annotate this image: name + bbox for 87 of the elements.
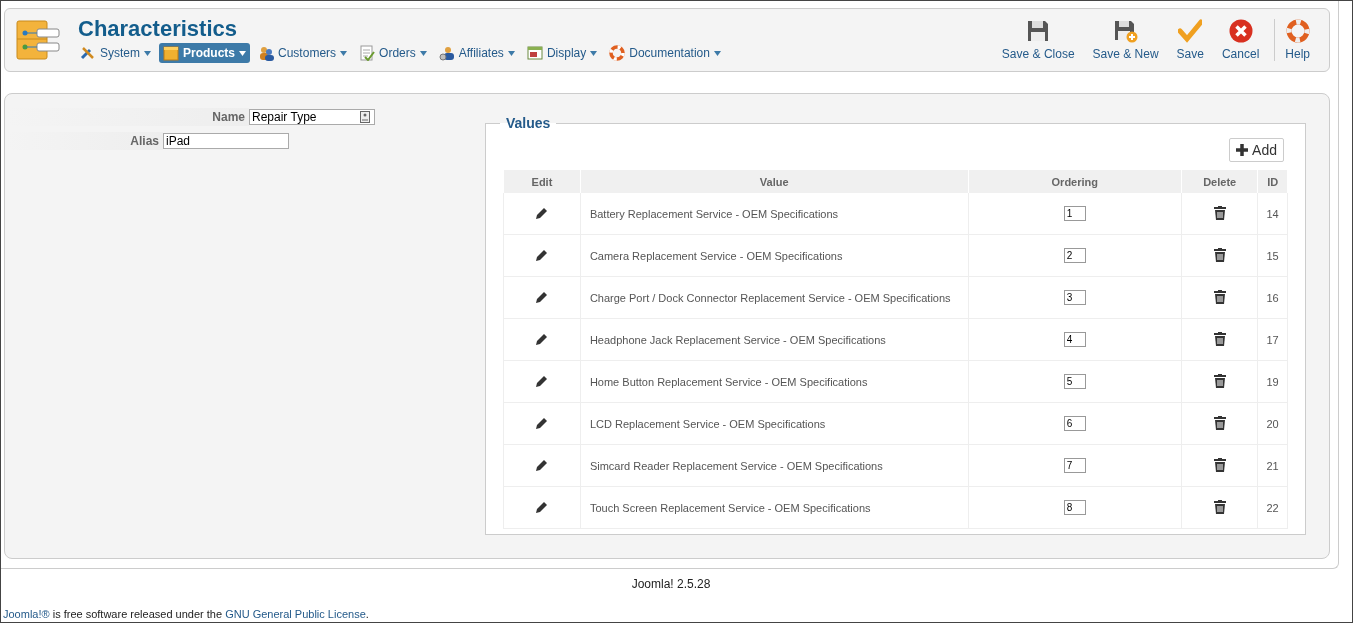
trash-icon[interactable] — [1213, 331, 1226, 346]
menu-item[interactable]: Affiliates — [434, 43, 519, 63]
pencil-icon[interactable] — [534, 205, 549, 220]
table-cell: Touch Screen Replacement Service - OEM Specifications — [580, 486, 968, 529]
trash-icon[interactable] — [1213, 457, 1226, 472]
pencil-icon[interactable] — [534, 331, 549, 346]
trash-icon[interactable] — [1213, 499, 1226, 514]
pencil-icon[interactable] — [534, 373, 549, 388]
toolbar-button[interactable]: Save & Close — [992, 19, 1084, 61]
floppy-disk-plus-icon — [1113, 19, 1138, 43]
cancel-icon — [1228, 19, 1253, 43]
trash-icon[interactable] — [1213, 247, 1226, 262]
menu-item[interactable]: Display — [522, 43, 602, 63]
table-cell: 16 — [1257, 276, 1288, 319]
table-cell: Battery Replacement Service - OEM Specifications — [580, 193, 968, 235]
table-cell: 20 — [1257, 402, 1288, 445]
table-cell: 14 — [1257, 193, 1288, 235]
window-icon — [526, 45, 543, 61]
toolbar-button[interactable]: Save & New — [1083, 19, 1168, 61]
caret-icon — [419, 50, 427, 56]
pencil-icon[interactable] — [534, 289, 549, 304]
table-cell: Charge Port / Dock Connector Replacement Service - OEM Specifications — [580, 276, 968, 319]
menu-item[interactable]: Documentation — [605, 43, 725, 63]
tools-icon — [80, 45, 96, 61]
toolbar-button[interactable]: Help — [1274, 19, 1319, 61]
caret-icon — [713, 50, 721, 56]
trash-icon[interactable] — [1213, 289, 1226, 304]
menu-item[interactable]: Customers — [254, 43, 352, 63]
ordering-field[interactable]: 7 — [1063, 458, 1086, 473]
license-text: Joomla!® is free software released under the GNU General Public License. — [3, 608, 369, 620]
table-cell: Home Button Replacement Service - OEM Specifications — [580, 360, 968, 403]
checkmark-icon — [1178, 19, 1203, 43]
plus-icon — [1236, 144, 1249, 156]
ordering-field[interactable]: 8 — [1063, 500, 1086, 515]
caret-icon — [239, 50, 247, 56]
toolbar-button[interactable]: Save — [1167, 19, 1213, 61]
table-cell: Simcard Reader Replacement Service - OEM Specifications — [580, 444, 968, 487]
column-header: Edit — [503, 170, 581, 193]
people-icon — [258, 45, 275, 61]
box-icon — [163, 45, 179, 61]
joomla-link[interactable]: Joomla!® — [3, 608, 50, 620]
document-icon — [359, 45, 376, 61]
id-card-icon — [360, 111, 370, 123]
caret-icon — [507, 50, 515, 56]
pencil-icon[interactable] — [534, 415, 549, 430]
menu-item[interactable]: Orders — [355, 43, 431, 63]
license-link[interactable]: GNU General Public License — [225, 608, 366, 620]
column-header: Delete — [1181, 170, 1258, 193]
table-cell: Camera Replacement Service - OEM Specifications — [580, 234, 968, 277]
menu-item[interactable]: Products — [159, 43, 251, 63]
page-title: Characteristics — [78, 17, 238, 41]
caret-icon — [144, 50, 151, 56]
table-cell: 17 — [1257, 318, 1288, 361]
caret-icon — [590, 50, 598, 56]
version-text: Joomla! 2.5.28 — [630, 577, 712, 591]
people-icon — [438, 45, 455, 61]
pencil-icon[interactable] — [534, 457, 549, 472]
ordering-field[interactable]: 2 — [1063, 248, 1086, 263]
menu-item[interactable]: System — [76, 43, 155, 63]
ordering-field[interactable]: 1 — [1063, 206, 1086, 221]
table-cell: 21 — [1257, 444, 1288, 487]
column-header: Value — [580, 170, 968, 193]
pencil-icon[interactable] — [534, 499, 549, 514]
toolbar-button[interactable]: Cancel — [1212, 19, 1269, 61]
ordering-field[interactable]: 6 — [1063, 416, 1086, 431]
column-header: ID — [1257, 170, 1288, 193]
pencil-icon[interactable] — [534, 247, 549, 262]
panel-legend: Values — [500, 115, 557, 131]
ordering-field[interactable]: 5 — [1063, 374, 1086, 389]
trash-icon[interactable] — [1213, 373, 1226, 388]
table-cell: 22 — [1257, 486, 1288, 529]
ordering-field[interactable]: 3 — [1063, 290, 1086, 305]
caret-icon — [340, 50, 348, 56]
table-cell: LCD Replacement Service - OEM Specifications — [580, 402, 968, 445]
trash-icon[interactable] — [1213, 415, 1226, 430]
add-button[interactable]: Add — [1229, 138, 1284, 162]
table-cell: 19 — [1257, 360, 1288, 403]
ordering-field[interactable]: 4 — [1063, 332, 1086, 347]
cabinet-logo-icon — [15, 19, 63, 61]
table-cell: Headphone Jack Replacement Service - OEM Specifications — [580, 318, 968, 361]
table-cell: 15 — [1257, 234, 1288, 277]
name-field[interactable]: Repair Type — [249, 109, 375, 125]
column-header: Ordering — [968, 170, 1182, 193]
trash-icon[interactable] — [1213, 205, 1226, 220]
help-icon — [1285, 19, 1310, 43]
lifebuoy-icon — [609, 45, 626, 61]
alias-field[interactable]: iPad — [163, 133, 289, 149]
